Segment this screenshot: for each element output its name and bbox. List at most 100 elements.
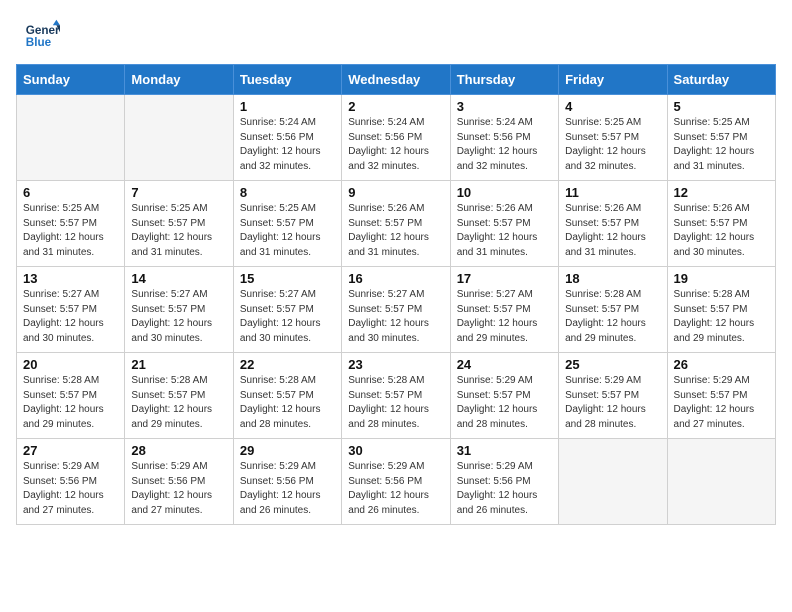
calendar-day-cell: 4 Sunrise: 5:25 AM Sunset: 5:57 PM Daylig…	[559, 95, 667, 181]
day-number: 12	[674, 185, 769, 200]
day-number: 4	[565, 99, 660, 114]
day-detail: Sunrise: 5:26 AM Sunset: 5:57 PM Dayligh…	[674, 202, 769, 260]
calendar-day-cell: 13 Sunrise: 5:27 AM Sunset: 5:57 PM Dayli…	[17, 267, 125, 353]
day-number: 5	[674, 99, 769, 114]
logo-icon: General Blue	[24, 18, 60, 54]
weekday-header-wednesday: Wednesday	[342, 65, 450, 95]
day-detail: Sunrise: 5:27 AM Sunset: 5:57 PM Dayligh…	[23, 288, 118, 346]
day-number: 15	[240, 271, 335, 286]
day-detail: Sunrise: 5:24 AM Sunset: 5:56 PM Dayligh…	[348, 116, 443, 174]
calendar-week-row: 13 Sunrise: 5:27 AM Sunset: 5:57 PM Dayli…	[17, 267, 776, 353]
calendar-day-cell: 24 Sunrise: 5:29 AM Sunset: 5:57 PM Dayli…	[450, 353, 558, 439]
calendar-week-row: 20 Sunrise: 5:28 AM Sunset: 5:57 PM Dayli…	[17, 353, 776, 439]
day-number: 9	[348, 185, 443, 200]
calendar-day-cell: 19 Sunrise: 5:28 AM Sunset: 5:57 PM Dayli…	[667, 267, 775, 353]
day-detail: Sunrise: 5:29 AM Sunset: 5:56 PM Dayligh…	[131, 460, 226, 518]
day-number: 1	[240, 99, 335, 114]
calendar-day-cell: 6Sunrise: 5:25 AM Sunset: 5:57 PM Daylig…	[17, 181, 125, 267]
day-number: 19	[674, 271, 769, 286]
day-number: 11	[565, 185, 660, 200]
day-detail: Sunrise: 5:27 AM Sunset: 5:57 PM Dayligh…	[131, 288, 226, 346]
day-number: 25	[565, 357, 660, 372]
calendar-day-cell: 18 Sunrise: 5:28 AM Sunset: 5:57 PM Dayli…	[559, 267, 667, 353]
calendar-day-cell: 14 Sunrise: 5:27 AM Sunset: 5:57 PM Dayli…	[125, 267, 233, 353]
calendar-table: SundayMondayTuesdayWednesdayThursdayFrid…	[16, 64, 776, 525]
calendar-day-cell: 1 Sunrise: 5:24 AM Sunset: 5:56 PM Daylig…	[233, 95, 341, 181]
calendar-day-cell: 17 Sunrise: 5:27 AM Sunset: 5:57 PM Dayli…	[450, 267, 558, 353]
day-detail: Sunrise: 5:24 AM Sunset: 5:56 PM Dayligh…	[240, 116, 335, 174]
calendar-day-cell: 21Sunrise: 5:28 AM Sunset: 5:57 PM Dayli…	[125, 353, 233, 439]
calendar-day-cell: 16 Sunrise: 5:27 AM Sunset: 5:57 PM Dayli…	[342, 267, 450, 353]
weekday-header-thursday: Thursday	[450, 65, 558, 95]
day-detail: Sunrise: 5:27 AM Sunset: 5:57 PM Dayligh…	[457, 288, 552, 346]
calendar-day-cell: 25Sunrise: 5:29 AM Sunset: 5:57 PM Dayli…	[559, 353, 667, 439]
calendar-day-cell: 26 Sunrise: 5:29 AM Sunset: 5:57 PM Dayli…	[667, 353, 775, 439]
calendar-day-cell: 7Sunrise: 5:25 AM Sunset: 5:57 PM Daylig…	[125, 181, 233, 267]
day-number: 21	[131, 357, 226, 372]
logo: General Blue	[24, 18, 64, 54]
day-detail: Sunrise: 5:27 AM Sunset: 5:57 PM Dayligh…	[240, 288, 335, 346]
calendar-day-cell: 28 Sunrise: 5:29 AM Sunset: 5:56 PM Dayli…	[125, 439, 233, 525]
day-detail: Sunrise: 5:29 AM Sunset: 5:56 PM Dayligh…	[23, 460, 118, 518]
weekday-header-friday: Friday	[559, 65, 667, 95]
calendar-day-cell: 10Sunrise: 5:26 AM Sunset: 5:57 PM Dayli…	[450, 181, 558, 267]
day-number: 30	[348, 443, 443, 458]
day-detail: Sunrise: 5:29 AM Sunset: 5:56 PM Dayligh…	[457, 460, 552, 518]
calendar-day-cell	[125, 95, 233, 181]
day-detail: Sunrise: 5:28 AM Sunset: 5:57 PM Dayligh…	[674, 288, 769, 346]
calendar-header: SundayMondayTuesdayWednesdayThursdayFrid…	[17, 65, 776, 95]
day-detail: Sunrise: 5:28 AM Sunset: 5:57 PM Dayligh…	[348, 374, 443, 432]
calendar-day-cell: 11 Sunrise: 5:26 AM Sunset: 5:57 PM Dayli…	[559, 181, 667, 267]
calendar-day-cell	[17, 95, 125, 181]
day-number: 23	[348, 357, 443, 372]
day-number: 22	[240, 357, 335, 372]
calendar-day-cell: 12 Sunrise: 5:26 AM Sunset: 5:57 PM Dayli…	[667, 181, 775, 267]
day-detail: Sunrise: 5:29 AM Sunset: 5:57 PM Dayligh…	[457, 374, 552, 432]
calendar-day-cell: 9 Sunrise: 5:26 AM Sunset: 5:57 PM Daylig…	[342, 181, 450, 267]
day-number: 20	[23, 357, 118, 372]
calendar-day-cell	[667, 439, 775, 525]
calendar-day-cell: 22Sunrise: 5:28 AM Sunset: 5:57 PM Dayli…	[233, 353, 341, 439]
calendar-day-cell: 23 Sunrise: 5:28 AM Sunset: 5:57 PM Dayli…	[342, 353, 450, 439]
weekday-header-tuesday: Tuesday	[233, 65, 341, 95]
weekday-header-monday: Monday	[125, 65, 233, 95]
calendar-day-cell: 20 Sunrise: 5:28 AM Sunset: 5:57 PM Dayli…	[17, 353, 125, 439]
calendar-container: SundayMondayTuesdayWednesdayThursdayFrid…	[0, 64, 792, 541]
day-number: 14	[131, 271, 226, 286]
day-number: 8	[240, 185, 335, 200]
day-number: 2	[348, 99, 443, 114]
day-number: 18	[565, 271, 660, 286]
day-number: 13	[23, 271, 118, 286]
day-detail: Sunrise: 5:26 AM Sunset: 5:57 PM Dayligh…	[348, 202, 443, 260]
calendar-day-cell: 31Sunrise: 5:29 AM Sunset: 5:56 PM Dayli…	[450, 439, 558, 525]
calendar-day-cell: 15 Sunrise: 5:27 AM Sunset: 5:57 PM Dayli…	[233, 267, 341, 353]
day-detail: Sunrise: 5:25 AM Sunset: 5:57 PM Dayligh…	[565, 116, 660, 174]
day-number: 29	[240, 443, 335, 458]
day-detail: Sunrise: 5:24 AM Sunset: 5:56 PM Dayligh…	[457, 116, 552, 174]
calendar-week-row: 6Sunrise: 5:25 AM Sunset: 5:57 PM Daylig…	[17, 181, 776, 267]
day-detail: Sunrise: 5:26 AM Sunset: 5:57 PM Dayligh…	[565, 202, 660, 260]
calendar-day-cell: 8 Sunrise: 5:25 AM Sunset: 5:57 PM Daylig…	[233, 181, 341, 267]
day-number: 7	[131, 185, 226, 200]
day-number: 28	[131, 443, 226, 458]
day-detail: Sunrise: 5:28 AM Sunset: 5:57 PM Dayligh…	[565, 288, 660, 346]
day-number: 24	[457, 357, 552, 372]
calendar-day-cell	[559, 439, 667, 525]
day-detail: Sunrise: 5:25 AM Sunset: 5:57 PM Dayligh…	[674, 116, 769, 174]
day-detail: Sunrise: 5:28 AM Sunset: 5:57 PM Dayligh…	[23, 374, 118, 432]
day-number: 27	[23, 443, 118, 458]
day-number: 26	[674, 357, 769, 372]
svg-text:Blue: Blue	[26, 36, 52, 49]
day-detail: Sunrise: 5:29 AM Sunset: 5:56 PM Dayligh…	[240, 460, 335, 518]
day-number: 16	[348, 271, 443, 286]
day-detail: Sunrise: 5:25 AM Sunset: 5:57 PM Dayligh…	[240, 202, 335, 260]
day-detail: Sunrise: 5:29 AM Sunset: 5:56 PM Dayligh…	[348, 460, 443, 518]
day-detail: Sunrise: 5:27 AM Sunset: 5:57 PM Dayligh…	[348, 288, 443, 346]
calendar-week-row: 1 Sunrise: 5:24 AM Sunset: 5:56 PM Daylig…	[17, 95, 776, 181]
calendar-day-cell: 2 Sunrise: 5:24 AM Sunset: 5:56 PM Daylig…	[342, 95, 450, 181]
calendar-week-row: 27 Sunrise: 5:29 AM Sunset: 5:56 PM Dayli…	[17, 439, 776, 525]
day-detail: Sunrise: 5:29 AM Sunset: 5:57 PM Dayligh…	[674, 374, 769, 432]
weekday-header-row: SundayMondayTuesdayWednesdayThursdayFrid…	[17, 65, 776, 95]
calendar-day-cell: 5 Sunrise: 5:25 AM Sunset: 5:57 PM Daylig…	[667, 95, 775, 181]
day-number: 17	[457, 271, 552, 286]
